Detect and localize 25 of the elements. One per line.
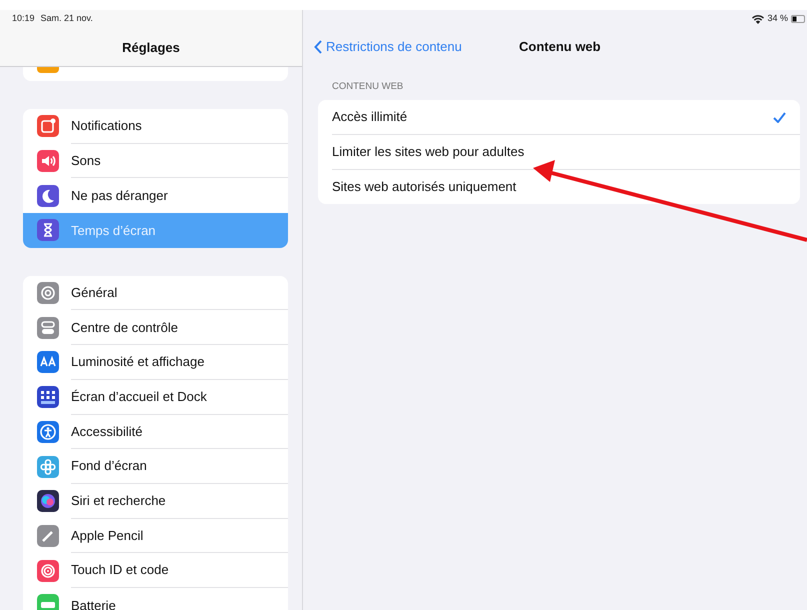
option-row[interactable]: Sites web autorisés uniquement (332, 170, 800, 204)
status-time: 10:19 (12, 12, 35, 26)
status-date: Sam. 21 nov. (40, 12, 93, 26)
page-title: Contenu web (519, 38, 601, 56)
settings-item[interactable]: Accessibilité (23, 414, 288, 450)
settings-item[interactable]: Fond d’écran (23, 449, 288, 484)
battery-icon (791, 15, 805, 23)
settings-item[interactable]: Batterie (23, 588, 288, 610)
wifi-icon (752, 14, 764, 24)
settings-item[interactable]: Siri et recherche (23, 484, 288, 519)
settings-item[interactable]: Centre de contrôle (23, 310, 288, 346)
battery-percent: 34 % (767, 12, 788, 26)
settings-item[interactable]: Sons (23, 144, 288, 178)
settings-item[interactable]: Touch ID et code (23, 553, 288, 588)
settings-item[interactable]: Ne pas déranger (23, 178, 288, 214)
settings-item[interactable]: Notifications (23, 109, 288, 144)
settings-item[interactable]: Général (23, 276, 288, 310)
settings-item[interactable]: Apple Pencil (23, 518, 288, 554)
app-icon (37, 67, 59, 73)
settings-item[interactable]: Luminosité et affichage (23, 345, 288, 380)
sidebar-title: Réglages (122, 40, 180, 55)
section-header: CONTENU WEB (332, 81, 404, 92)
chevron-left-icon (314, 40, 322, 54)
settings-item[interactable]: Écran d’accueil et Dock (23, 380, 288, 414)
option-row[interactable]: Accès illimité (332, 100, 800, 135)
